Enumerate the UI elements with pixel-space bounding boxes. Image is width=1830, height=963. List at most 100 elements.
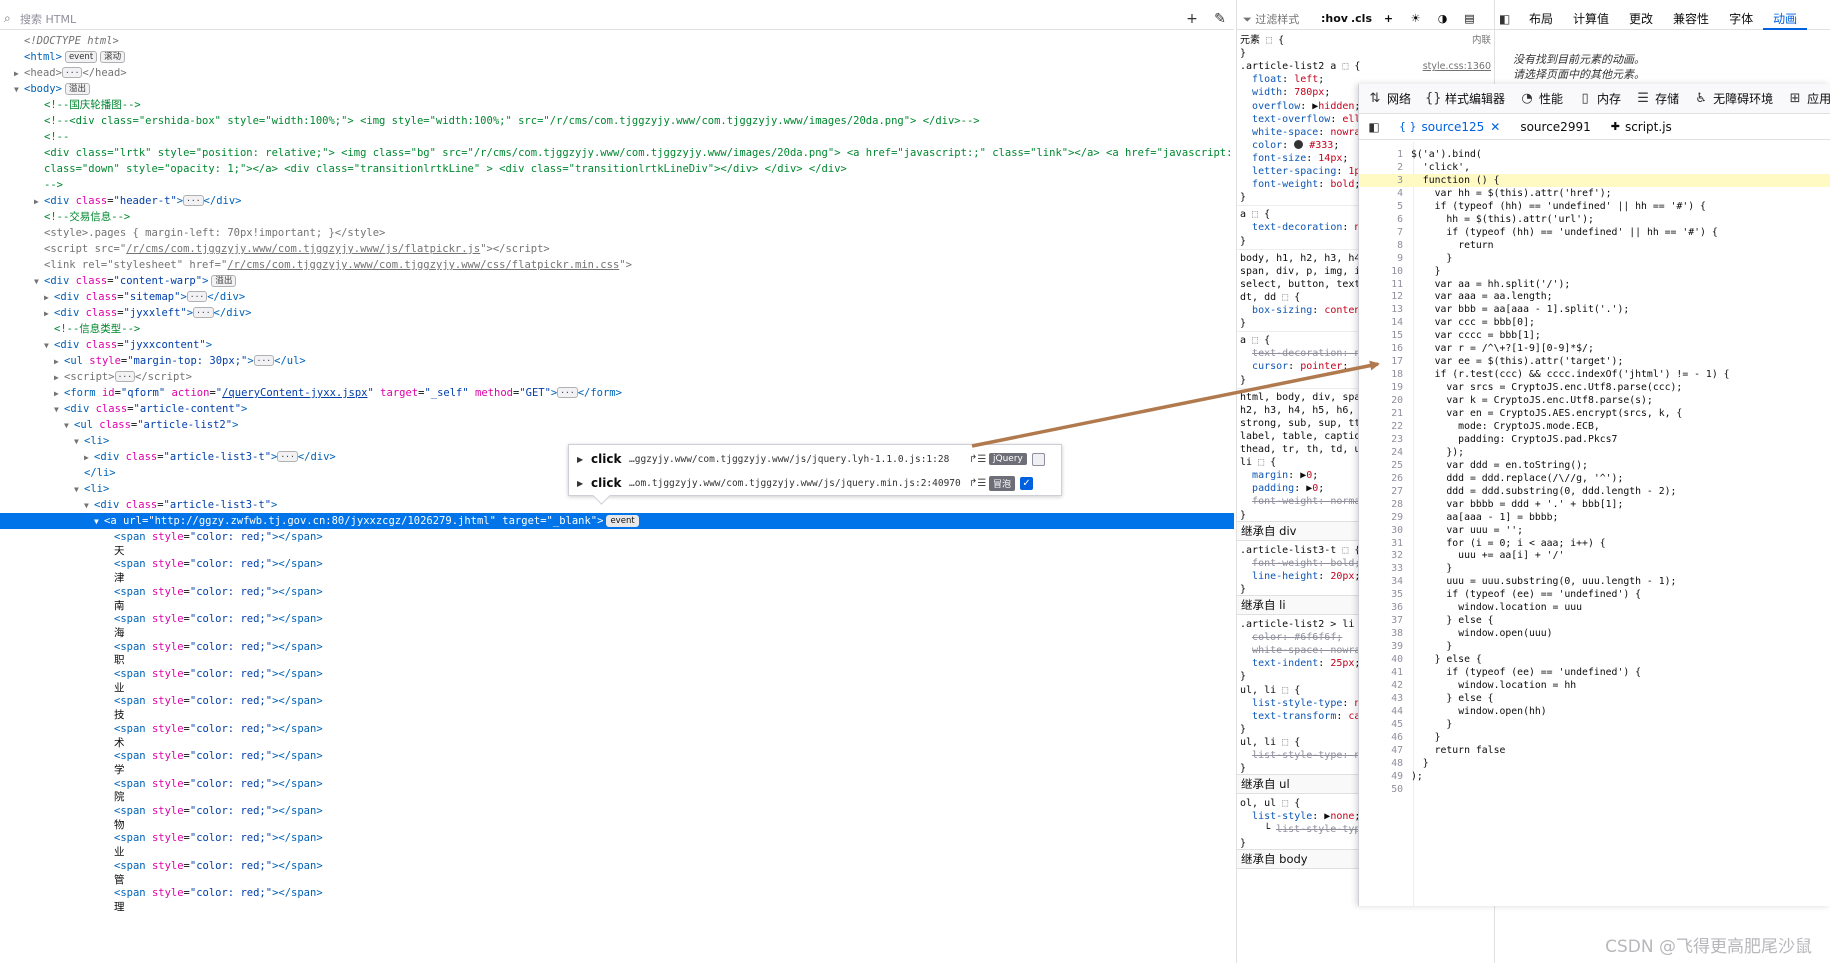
- event-source-link[interactable]: …ggzyjy.www/com.tjggzyjy.www/js/jquery.l…: [629, 454, 969, 465]
- line-number[interactable]: 3: [1359, 174, 1411, 187]
- markup-node[interactable]: ▶ <form id="qform" action="/queryContent-…: [0, 385, 1234, 401]
- markup-node[interactable]: ▼ <ul class="article-list2">: [0, 417, 1234, 433]
- line-number[interactable]: 49: [1359, 770, 1411, 783]
- devtools-tool-tab[interactable]: ⇅ 网络: [1367, 90, 1411, 107]
- code-line[interactable]: 10 }: [1359, 265, 1830, 278]
- markup-node[interactable]: <!--国庆轮播图-->: [0, 97, 1234, 113]
- event-enable-checkbox[interactable]: ✓: [1020, 476, 1034, 490]
- expand-arrow-icon[interactable]: ▶: [577, 479, 587, 488]
- devtools-tool-tab[interactable]: ◔ 性能: [1519, 90, 1563, 107]
- code-line[interactable]: 22 mode: CryptoJS.mode.ECB,: [1359, 420, 1830, 433]
- code-line[interactable]: 19 var srcs = CryptoJS.enc.Utf8.parse(cc…: [1359, 381, 1830, 394]
- line-number[interactable]: 29: [1359, 511, 1411, 524]
- markup-node[interactable]: <!--<div class="ershida-box" style="widt…: [0, 113, 1234, 129]
- devtools-tool-tab[interactable]: ☰ 存储: [1635, 90, 1679, 107]
- debug-icon[interactable]: ↱☰: [969, 454, 989, 465]
- devtools-tool-tab[interactable]: {} 样式编辑器: [1425, 90, 1505, 107]
- code-line[interactable]: 26 ddd = ddd.replace(/\//g, '^');: [1359, 472, 1830, 485]
- code-line[interactable]: 49);: [1359, 770, 1830, 783]
- collapse-arrow-icon[interactable]: ▶: [34, 194, 44, 210]
- markup-node[interactable]: class="down" style="opacity: 1;"></a> <d…: [0, 161, 1234, 177]
- code-line[interactable]: 31 for (i = 0; i < aaa; i++) {: [1359, 537, 1830, 550]
- expand-arrow-icon[interactable]: ▼: [84, 498, 94, 514]
- layout-tab[interactable]: 计算值: [1563, 8, 1619, 30]
- markup-node[interactable]: ▼ <body> 溢出: [0, 81, 1234, 97]
- close-icon[interactable]: ✕: [1490, 120, 1500, 134]
- expand-arrow-icon[interactable]: ▼: [94, 514, 104, 530]
- code-line[interactable]: 29 aa[aaa - 1] = bbbb;: [1359, 511, 1830, 524]
- layout-tab[interactable]: 布局: [1519, 8, 1563, 30]
- line-number[interactable]: 35: [1359, 588, 1411, 601]
- line-number[interactable]: 36: [1359, 601, 1411, 614]
- eyedropper-icon[interactable]: ✎: [1206, 11, 1234, 27]
- code-line[interactable]: 5 if (typeof (hh) == 'undefined' || hh =…: [1359, 200, 1830, 213]
- line-number[interactable]: 40: [1359, 653, 1411, 666]
- code-line[interactable]: 34 uuu = uuu.substring(0, uuu.length - 1…: [1359, 575, 1830, 588]
- line-number[interactable]: 37: [1359, 614, 1411, 627]
- markup-node[interactable]: ▶ <head> ··· </head>: [0, 65, 1234, 81]
- line-number[interactable]: 32: [1359, 549, 1411, 562]
- layout-tab[interactable]: 更改: [1619, 8, 1663, 30]
- code-line[interactable]: 11 var aa = hh.split('/');: [1359, 278, 1830, 291]
- line-number[interactable]: 13: [1359, 303, 1411, 316]
- expand-arrow-icon[interactable]: ▶: [577, 455, 587, 464]
- markup-node[interactable]: <html> event 滚动: [0, 49, 1234, 65]
- dark-theme-icon[interactable]: ◑: [1429, 12, 1456, 25]
- markup-text-node[interactable]: 理: [0, 899, 1234, 915]
- code-line[interactable]: 8 return: [1359, 239, 1830, 252]
- line-number[interactable]: 50: [1359, 783, 1411, 796]
- line-number[interactable]: 43: [1359, 692, 1411, 705]
- code-line[interactable]: 13 var bbb = aa[aaa - 1].split('.');: [1359, 303, 1830, 316]
- markup-node-selected[interactable]: ▼ <a url="http://ggzy.zwfwb.tj.gov.cn:80/…: [0, 513, 1234, 529]
- line-number[interactable]: 19: [1359, 381, 1411, 394]
- line-number[interactable]: 16: [1359, 342, 1411, 355]
- line-number[interactable]: 15: [1359, 329, 1411, 342]
- line-number[interactable]: 38: [1359, 627, 1411, 640]
- line-number[interactable]: 27: [1359, 485, 1411, 498]
- event-enable-checkbox[interactable]: [1031, 452, 1045, 466]
- markup-node[interactable]: <!--: [0, 129, 1234, 145]
- markup-node[interactable]: <!--交易信息-->: [0, 209, 1234, 225]
- expand-arrow-icon[interactable]: ▼: [74, 434, 84, 450]
- code-line[interactable]: 39 }: [1359, 640, 1830, 653]
- add-node-icon[interactable]: +: [1178, 11, 1206, 27]
- markup-node[interactable]: <div class="lrtk" style="position: relat…: [0, 145, 1234, 161]
- code-line[interactable]: 7 if (typeof (hh) == 'undefined' || hh =…: [1359, 226, 1830, 239]
- line-number[interactable]: 9: [1359, 252, 1411, 265]
- line-number[interactable]: 24: [1359, 446, 1411, 459]
- line-number[interactable]: 7: [1359, 226, 1411, 239]
- markup-node[interactable]: ▼ <div class="article-list3-t">: [0, 497, 1234, 513]
- line-number[interactable]: 23: [1359, 433, 1411, 446]
- code-line[interactable]: 38 window.open(uuu): [1359, 627, 1830, 640]
- expand-arrow-icon[interactable]: ▼: [44, 338, 54, 354]
- event-source-link[interactable]: …om.tjggzyjy.www/com.tjggzyjy.www/js/jqu…: [629, 478, 969, 489]
- collapse-arrow-icon[interactable]: ▶: [54, 370, 64, 386]
- line-number[interactable]: 17: [1359, 355, 1411, 368]
- code-line[interactable]: 21 var en = CryptoJS.AES.encrypt(srcs, k…: [1359, 407, 1830, 420]
- expand-arrow-icon[interactable]: ▼: [34, 274, 44, 290]
- markup-node[interactable]: ▼ <div class="article-content">: [0, 401, 1234, 417]
- line-number[interactable]: 42: [1359, 679, 1411, 692]
- light-theme-icon[interactable]: ☀: [1402, 12, 1429, 25]
- line-number[interactable]: 25: [1359, 459, 1411, 472]
- markup-node[interactable]: ▶ <script> ··· </script>: [0, 369, 1234, 385]
- code-line[interactable]: 15 var cccc = bbb[1];: [1359, 329, 1830, 342]
- line-number[interactable]: 6: [1359, 213, 1411, 226]
- debug-icon[interactable]: ↱☰: [969, 478, 989, 489]
- line-number[interactable]: 44: [1359, 705, 1411, 718]
- expand-arrow-icon[interactable]: ▼: [54, 402, 64, 418]
- layout-tab[interactable]: 字体: [1719, 8, 1763, 30]
- line-number[interactable]: 30: [1359, 524, 1411, 537]
- code-line[interactable]: 37 } else {: [1359, 614, 1830, 627]
- collapse-arrow-icon[interactable]: ▶: [54, 354, 64, 370]
- code-line[interactable]: 17 var ee = $(this).attr('target');: [1359, 355, 1830, 368]
- event-listener-row[interactable]: ▶ click …ggzyjy.www/com.tjggzyjy.www/js/jq…: [569, 447, 1061, 471]
- expand-arrow-icon[interactable]: ▼: [14, 82, 24, 98]
- line-number[interactable]: 31: [1359, 537, 1411, 550]
- line-number[interactable]: 20: [1359, 394, 1411, 407]
- line-number[interactable]: 39: [1359, 640, 1411, 653]
- expand-arrow-icon[interactable]: ▼: [74, 482, 84, 498]
- code-line[interactable]: 46 }: [1359, 731, 1830, 744]
- devtools-tool-tab[interactable]: ♿ 无障碍环境: [1693, 90, 1773, 107]
- code-line[interactable]: 35 if (typeof (ee) == 'undefined') {: [1359, 588, 1830, 601]
